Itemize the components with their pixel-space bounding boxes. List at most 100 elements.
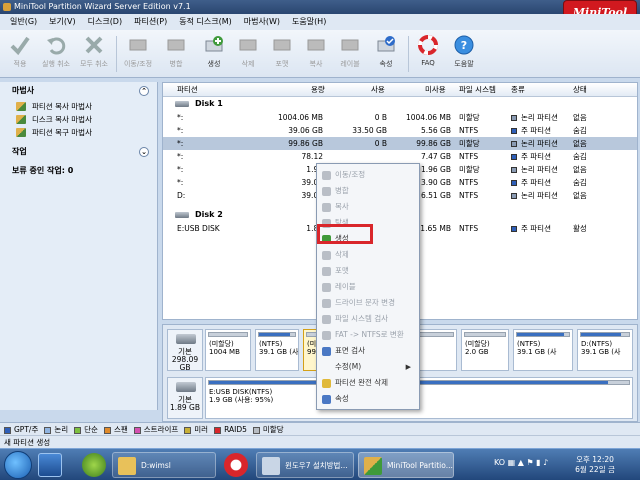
apply-button[interactable]: 적용 <box>2 34 38 74</box>
header-used[interactable]: 사용 <box>371 83 385 97</box>
menu-disk[interactable]: 디스크(D) <box>82 14 128 30</box>
partition-block[interactable]: (미할당) 2.0 GB <box>461 329 509 371</box>
copy-button[interactable]: 복사 <box>298 34 334 74</box>
cell-type: 논리 파티션 <box>521 191 558 200</box>
discard-icon <box>85 36 103 54</box>
legend-swatch <box>214 426 222 434</box>
expand-icon[interactable]: ⌄ <box>139 147 149 157</box>
collapse-icon[interactable]: ⌃ <box>139 86 149 96</box>
context-menu-item-label: FAT -> NTFS로 변환 <box>335 330 404 339</box>
format-button[interactable]: 포맷 <box>264 34 300 74</box>
context-menu-item[interactable]: 복사 <box>319 200 417 214</box>
context-menu-item[interactable]: 속성 <box>319 392 417 406</box>
minitool-icon <box>364 457 382 475</box>
menu-general[interactable]: 일반(G) <box>4 14 43 30</box>
menu-help[interactable]: 도움말(H) <box>286 14 332 30</box>
context-menu-item[interactable]: 삭제 <box>319 248 417 262</box>
cell-type-wrap: 논리 파티션 <box>511 111 558 124</box>
context-menu-item[interactable]: 병합 <box>319 184 417 198</box>
start-button[interactable] <box>4 451 32 479</box>
header-status[interactable]: 상태 <box>573 83 587 97</box>
context-menu-item-label: 삭제 <box>335 250 349 259</box>
menu-wizard[interactable]: 마법사(W) <box>238 14 286 30</box>
discard-all-button[interactable]: 모두 취소 <box>76 34 112 74</box>
partition-type-icon <box>511 141 517 147</box>
faq-button[interactable]: FAQ <box>410 34 446 74</box>
undo-label: 실행 취소 <box>42 60 70 68</box>
show-desktop-icon[interactable] <box>38 453 62 477</box>
undo-button[interactable]: 실행 취소 <box>38 34 74 74</box>
disk-1-row[interactable]: Disk 1 <box>163 97 637 111</box>
legend-label: 미할당 <box>262 425 284 434</box>
menu-view[interactable]: 보기(V) <box>43 14 81 30</box>
header-partition[interactable]: 파티션 <box>177 83 198 97</box>
table-row[interactable]: *: 78.12 7.47 GB NTFS 주 파티션 숨김 <box>163 150 637 163</box>
title-bar: MiniTool Partition Wizard Server Edition… <box>0 0 640 14</box>
language-indicator[interactable]: KO <box>494 458 505 467</box>
opera-icon[interactable] <box>224 453 248 477</box>
context-menu-item[interactable]: 레이블 <box>319 280 417 294</box>
cell-status: 숨김 <box>573 152 587 161</box>
context-menu-item[interactable]: FAT -> NTFS로 변환 <box>319 328 417 342</box>
partition-block-name: D:(NTFS) <box>581 340 613 348</box>
properties-button[interactable]: 속성 <box>368 34 404 74</box>
partition-block[interactable]: (NTFS) 39.1 GB (사용: <box>255 329 299 371</box>
header-filesystem[interactable]: 파일 시스템 <box>459 83 496 97</box>
taskbar-explorer[interactable]: D:wimsl <box>112 452 216 478</box>
context-menu-item-label: 속성 <box>335 394 349 403</box>
label-button[interactable]: 레이블 <box>332 34 368 74</box>
context-menu-item[interactable]: 포맷 <box>319 264 417 278</box>
context-menu-item[interactable]: 수정(M) ▶ <box>319 360 417 374</box>
table-row[interactable]: *: 1004.06 MB 0 B 1004.06 MB 미할당 논리 파티션 없음 <box>163 111 637 124</box>
sidebar-item-disk-copy-wizard[interactable]: 디스크 복사 마법사 <box>0 113 157 126</box>
sidebar-item-label: 파티션 복사 마법사 <box>32 102 92 111</box>
header-type[interactable]: 종류 <box>511 83 525 97</box>
context-menu-item[interactable]: 파티션 완전 삭제 <box>319 376 417 390</box>
checkmark-icon <box>10 36 30 56</box>
context-menu-item[interactable]: 이동/조정 <box>319 168 417 182</box>
context-menu-item-label: 복사 <box>335 202 349 211</box>
sidebar-item-partition-recovery-wizard[interactable]: 파티션 복구 마법사 <box>0 126 157 139</box>
disk-1-map-label[interactable]: 기본 298.09 GB <box>167 329 203 372</box>
cell-type-wrap: 논리 파티션 <box>511 137 558 150</box>
menu-item-icon <box>322 299 331 308</box>
partition-block[interactable]: (미할당) 1004 MB <box>205 329 251 371</box>
merge-button[interactable]: 병합 <box>158 34 194 74</box>
context-menu-item[interactable]: 파일 시스템 검사 <box>319 312 417 326</box>
context-menu-item[interactable]: 드라이브 문자 변경 <box>319 296 417 310</box>
create-button[interactable]: 생성 <box>196 34 232 74</box>
menu-item-icon <box>322 283 331 292</box>
context-menu-item-label: 드라이브 문자 변경 <box>335 298 395 307</box>
sidebar-item-partition-copy-wizard[interactable]: 파티션 복사 마법사 <box>0 100 157 113</box>
context-menu-item-label: 이동/조정 <box>335 170 366 179</box>
disk-2-map-label[interactable]: 기본 1.89 GB <box>167 377 203 419</box>
partition-block[interactable]: D:(NTFS) 39.1 GB (사 <box>577 329 633 371</box>
cell-status: 없음 <box>573 139 587 148</box>
move-resize-label: 이동/조정 <box>123 60 153 68</box>
menu-dynamic-disk[interactable]: 동적 디스크(M) <box>173 14 238 30</box>
usage-bar <box>258 332 296 337</box>
keyboard-icon[interactable]: ▦ ▲ ⚑ ▮ ♪ <box>508 458 549 467</box>
delete-button[interactable]: 삭제 <box>230 34 266 74</box>
move-resize-button[interactable]: 이동/조정 <box>120 34 156 74</box>
table-row[interactable]: *: 39.06 GB 33.50 GB 5.56 GB NTFS 주 파티션 숨김 <box>163 124 637 137</box>
cell-status: 숨김 <box>573 126 587 135</box>
table-row[interactable]: *: 99.86 GB 0 B 99.86 GB 미할당 논리 파티션 없음 <box>163 137 637 150</box>
messenger-icon[interactable] <box>82 453 106 477</box>
header-unused[interactable]: 미사용 <box>425 83 446 97</box>
context-menu-item[interactable]: 표면 검사 <box>319 344 417 358</box>
wizard-section-title: 마법사 <box>12 86 35 95</box>
format-label: 포맷 <box>275 60 289 68</box>
tray-icons[interactable]: KO ▦ ▲ ⚑ ▮ ♪ <box>494 458 548 467</box>
menu-partition[interactable]: 파티션(P) <box>128 14 173 30</box>
taskbar-browser[interactable]: 윈도우7 설치방법... <box>256 452 354 478</box>
clock[interactable]: 오후 12:20 6월 22일 금 <box>560 455 630 475</box>
header-capacity[interactable]: 용량 <box>311 83 325 97</box>
wizard-section-header[interactable]: 마법사 ⌃ <box>0 82 157 100</box>
partition-block-size: 1004 MB <box>209 348 240 356</box>
operations-section-header[interactable]: 작업 ⌄ <box>0 143 157 161</box>
legend-swatch <box>103 426 111 434</box>
help-button[interactable]: ? 도움말 <box>446 34 482 74</box>
taskbar-minitool[interactable]: MiniTool Partitio... <box>358 452 454 478</box>
partition-block[interactable]: (NTFS) 39.1 GB (사 <box>513 329 573 371</box>
